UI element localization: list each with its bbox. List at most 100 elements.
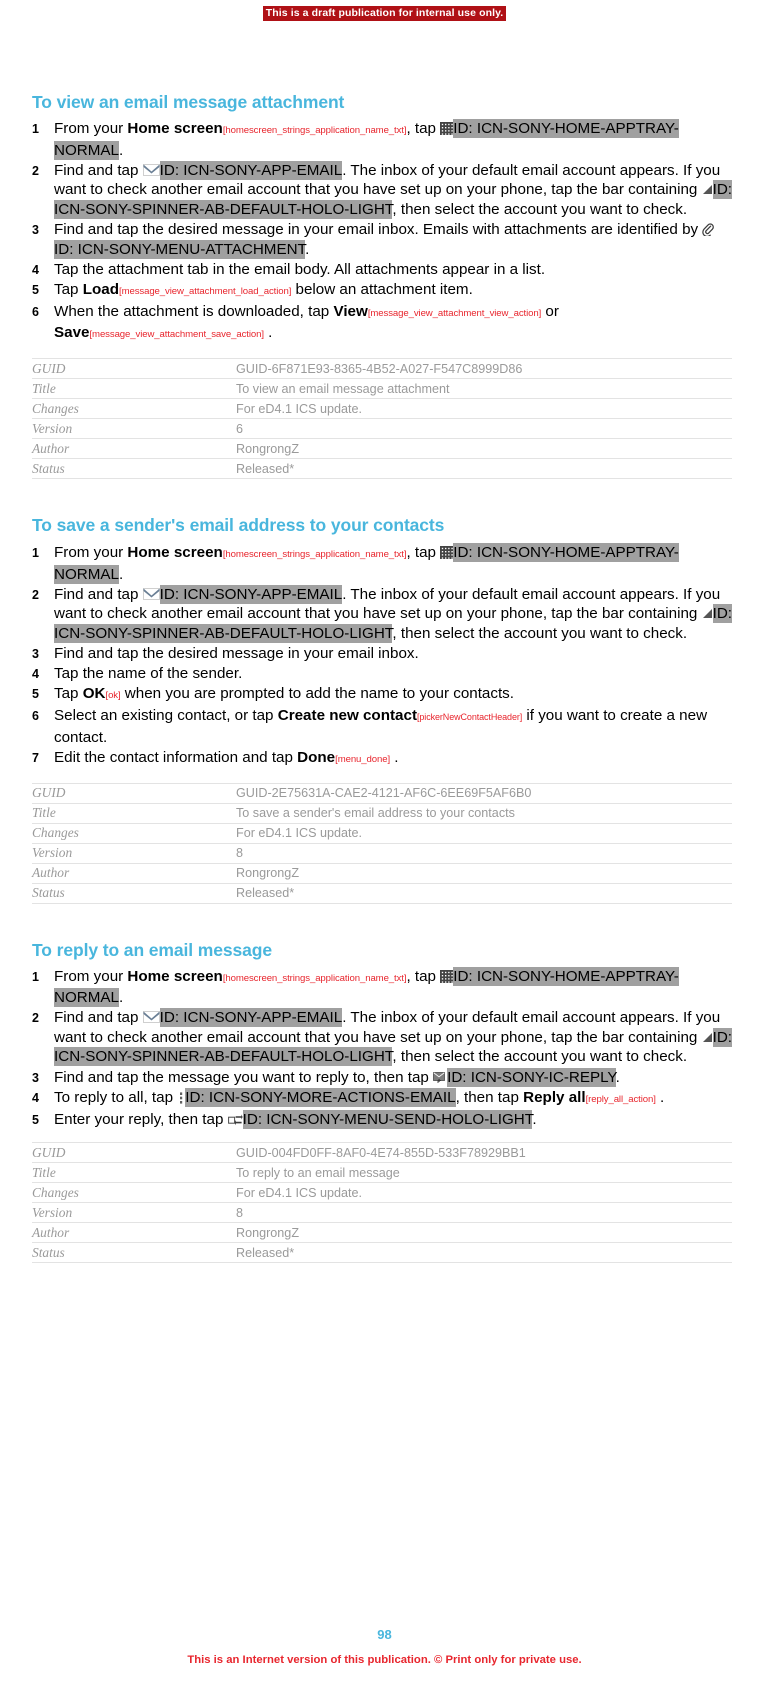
step-text: .: [263, 324, 273, 342]
step-text: Find and tap: [54, 585, 143, 603]
send-icon: [227, 1114, 243, 1126]
icon-id-reference: ID: ICN-SONY-APP-EMAIL: [159, 160, 343, 180]
step-text: .: [655, 1088, 665, 1106]
ui-label: Home screen: [127, 544, 223, 562]
step-text: Find and tap: [54, 1009, 143, 1027]
metadata-table: GUID GUID-2E75631A-CAE2-4121-AF6C-6EE69F5…: [32, 782, 732, 904]
resource-id-annotation: [homescreen_strings_application_name_txt…: [222, 125, 407, 136]
step-item: Tap the attachment tab in the email body…: [32, 260, 732, 280]
meta-key: Status: [32, 458, 236, 480]
table-row: Author RongrongZ: [32, 1222, 732, 1244]
meta-value: For eD4.1 ICS update.: [236, 823, 732, 844]
table-row: GUID GUID-6F871E93-8365-4B52-A027-F547C89…: [32, 358, 732, 380]
apptray-icon: [440, 546, 454, 560]
meta-key: GUID: [32, 358, 236, 380]
step-text: Tap the attachment tab in the email body…: [54, 260, 546, 278]
spinner-icon: [702, 184, 713, 195]
ui-label: Home screen: [127, 967, 223, 985]
step-text: .: [390, 748, 399, 766]
meta-value: RongrongZ: [236, 1222, 732, 1244]
step-text: From your: [54, 544, 128, 562]
step-text: Tap: [54, 685, 83, 703]
meta-key: Version: [32, 418, 236, 440]
ui-label: Save: [54, 324, 90, 342]
metadata-table: GUID GUID-004FD0FF-8AF0-4E74-855D-533F789…: [32, 1142, 732, 1264]
table-row: GUID GUID-004FD0FF-8AF0-4E74-855D-533F789…: [32, 1142, 732, 1164]
step-text: , then select the account you want to ch…: [392, 200, 688, 218]
meta-key: Author: [32, 1222, 236, 1244]
step-item: From your Home screen[homescreen_strings…: [32, 543, 732, 584]
meta-key: Changes: [32, 823, 236, 844]
more-actions-icon: [177, 1090, 186, 1105]
resource-id-annotation: [menu_done]: [335, 753, 391, 765]
icon-id-reference: ID: ICN-SONY-APP-EMAIL: [159, 1008, 343, 1028]
spinner-icon: [702, 608, 713, 619]
table-row: Version 8: [32, 843, 732, 864]
step-item: Tap OK[ok] when you are prompted to add …: [32, 684, 732, 706]
step-text: , then select the account you want to ch…: [392, 624, 688, 642]
table-row: Author RongrongZ: [32, 863, 732, 884]
step-item: When the attachment is downloaded, tap V…: [32, 302, 732, 345]
table-row: Title To reply to an email message: [32, 1162, 732, 1184]
meta-value: For eD4.1 ICS update.: [236, 398, 732, 420]
resource-id-annotation: [message_view_attachment_load_action]: [119, 285, 292, 297]
step-text: Tap: [54, 280, 83, 298]
step-text: .: [305, 240, 310, 258]
step-list: From your Home screen[homescreen_strings…: [32, 543, 733, 770]
icon-id-reference: ID: ICN-SONY-MENU-SEND-HOLO-LIGHT: [242, 1109, 533, 1129]
meta-value: GUID-6F871E93-8365-4B52-A027-F547C8999D8…: [236, 358, 732, 380]
icon-id-reference: ID: ICN-SONY-APP-EMAIL: [159, 584, 343, 604]
step-text: .: [118, 989, 124, 1007]
icon-id-reference: ID: ICN-SONY-MORE-ACTIONS-EMAIL: [185, 1087, 456, 1107]
table-row: Version 6: [32, 418, 732, 440]
table-row: Status Released*: [32, 458, 732, 480]
table-row: Status Released*: [32, 1242, 732, 1264]
ui-label: View: [333, 302, 368, 320]
resource-id-annotation: [reply_all_action]: [585, 1093, 656, 1105]
step-item: Find and tap ID: ICN-SONY-APP-EMAIL. The…: [32, 1008, 733, 1067]
meta-key: Title: [32, 1162, 236, 1184]
meta-value: GUID-004FD0FF-8AF0-4E74-855D-533F78929BB…: [236, 1142, 732, 1164]
step-list: From your Home screen[homescreen_strings…: [32, 966, 733, 1129]
document-content: To view an email message attachment From…: [32, 92, 733, 1264]
step-item: Find and tap ID: ICN-SONY-APP-EMAIL. The…: [32, 160, 733, 220]
step-text: Tap the name of the sender.: [54, 665, 243, 683]
step-item: Select an existing contact, or tap Creat…: [32, 706, 732, 747]
page-title: To save a sender's email address to your…: [32, 515, 445, 536]
ui-label: OK: [82, 685, 106, 703]
meta-value: GUID-2E75631A-CAE2-4121-AF6C-6EE69F5AF6B…: [236, 782, 732, 804]
table-row: Changes For eD4.1 ICS update.: [32, 1182, 732, 1204]
step-item: Edit the contact information and tap Don…: [32, 748, 732, 770]
step-item: Enter your reply, then tap ID: ICN-SONY-…: [32, 1109, 732, 1129]
meta-value: To view an email message attachment: [236, 378, 732, 400]
meta-value: To save a sender's email address to your…: [236, 803, 732, 824]
step-text: when you are prompted to add the name to…: [120, 685, 514, 703]
draft-banner: This is a draft publication for internal…: [0, 3, 769, 21]
attachment-icon: [702, 223, 715, 236]
ui-label: Load: [82, 280, 119, 298]
meta-key: Version: [32, 1202, 236, 1224]
table-row: Title To view an email message attachment: [32, 378, 732, 400]
step-text: Enter your reply, then tap: [54, 1110, 228, 1128]
resource-id-annotation: [homescreen_strings_application_name_txt…: [222, 549, 407, 561]
step-text: To reply to all, tap: [54, 1088, 178, 1106]
ui-label: Done: [297, 748, 336, 766]
apptray-icon: [440, 122, 454, 135]
table-row: Status Released*: [32, 883, 732, 904]
step-text: Edit the contact information and tap: [54, 748, 298, 766]
resource-id-annotation: [ok]: [105, 690, 121, 702]
meta-key: Status: [32, 1242, 236, 1264]
step-text: or: [541, 302, 559, 320]
draft-banner-text: This is a draft publication for internal…: [262, 6, 507, 21]
meta-key: Changes: [32, 1182, 236, 1204]
ui-label: Reply all: [523, 1088, 586, 1106]
table-row: Author RongrongZ: [32, 438, 732, 460]
email-icon: [142, 163, 160, 176]
step-text: , tap: [406, 544, 441, 562]
table-row: Version 8: [32, 1202, 732, 1224]
ui-label: Home screen: [127, 120, 223, 137]
step-text: Find and tap: [54, 161, 143, 179]
step-item: To reply to all, tap ID: ICN-SONY-MORE-A…: [32, 1087, 732, 1110]
